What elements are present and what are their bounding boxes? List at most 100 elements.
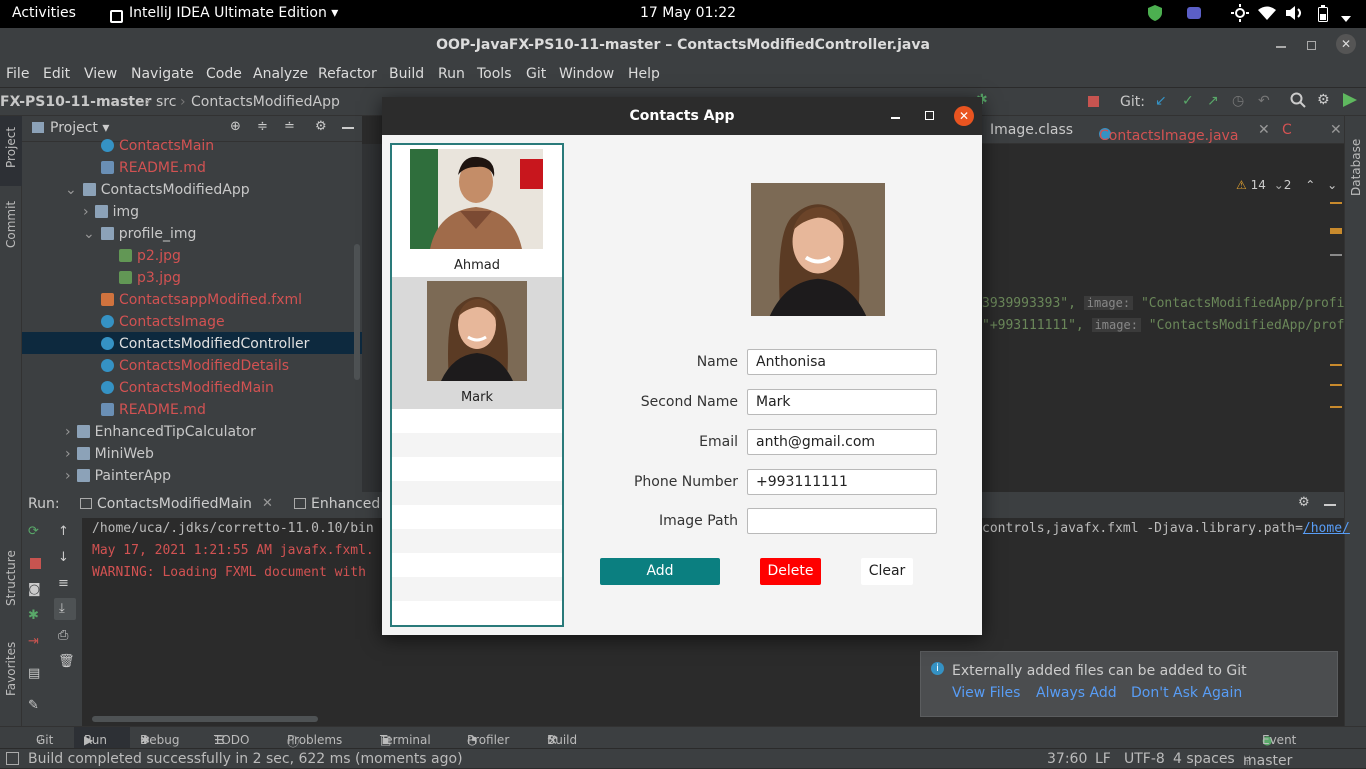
collapse-all-icon[interactable]: ≐ — [284, 119, 295, 134]
close-icon[interactable]: ✕ — [1336, 34, 1356, 54]
chevron-right-icon[interactable]: › — [65, 468, 71, 484]
chevron-down-icon[interactable]: ⌄ — [83, 226, 95, 242]
app-menu[interactable]: IntelliJ IDEA Ultimate Edition ▾ — [110, 5, 338, 23]
tree-item-readme[interactable]: README.md — [101, 157, 206, 179]
run-tab-contacts-modified-main[interactable]: ContactsModifiedMain — [80, 496, 252, 512]
down-arrow-icon[interactable]: ↓ — [58, 550, 69, 565]
git-push-icon[interactable]: ↗ — [1207, 93, 1219, 109]
inspection-widget[interactable]: ⚠ 14 ⌄2 ⌃ ⌄ — [1236, 178, 1337, 192]
volume-icon[interactable] — [1286, 6, 1304, 24]
jetbrains-toolbox-icon[interactable] — [1343, 93, 1357, 111]
shield-icon[interactable] — [1148, 5, 1162, 25]
tab-close-icon[interactable]: ✕ — [1258, 122, 1270, 138]
battery-icon[interactable] — [1318, 5, 1328, 26]
close-icon[interactable]: ✕ — [954, 106, 974, 126]
hide-panel-icon[interactable] — [342, 127, 354, 129]
pin-icon[interactable]: ✎ — [28, 698, 39, 713]
clear-button[interactable]: Clear — [861, 558, 913, 585]
menu-help[interactable]: Help — [628, 66, 660, 82]
error-stripe-mark[interactable] — [1330, 384, 1342, 386]
delete-button[interactable]: Delete — [760, 558, 821, 585]
run-tab-enhanced[interactable]: Enhanced — [294, 496, 380, 512]
search-icon[interactable] — [1290, 92, 1306, 112]
prev-highlight-icon[interactable]: ⌃ — [1305, 178, 1315, 192]
exit-icon[interactable]: ⇥ — [28, 634, 39, 649]
database-tool-label[interactable]: Database — [1349, 139, 1363, 196]
tree-item-p3[interactable]: p3.jpg — [119, 267, 181, 289]
debug-icon[interactable]: ✱ — [28, 608, 39, 623]
clock[interactable]: 17 May 01:22 — [640, 5, 736, 21]
chevron-down-icon[interactable]: ⌄ — [65, 182, 77, 198]
gear-icon[interactable]: ⚙ — [315, 119, 327, 134]
menu-tools[interactable]: Tools — [477, 66, 512, 82]
menu-navigate[interactable]: Navigate — [131, 66, 194, 82]
view-files-link[interactable]: View Files — [952, 685, 1020, 701]
git-update-icon[interactable]: ↙ — [1155, 93, 1167, 109]
status-message[interactable]: Build completed successfully in 2 sec, 6… — [28, 751, 463, 767]
tree-item-contacts-image[interactable]: ContactsImage — [101, 311, 225, 333]
menu-refactor[interactable]: Refactor — [318, 66, 377, 82]
menu-file[interactable]: File — [6, 66, 29, 82]
teams-icon[interactable] — [1186, 5, 1202, 25]
brightness-icon[interactable] — [1231, 4, 1249, 26]
line-separator[interactable]: LF — [1095, 751, 1111, 767]
menu-git[interactable]: Git — [526, 66, 546, 82]
menu-view[interactable]: View — [84, 66, 117, 82]
git-commit-icon[interactable]: ✓ — [1182, 93, 1194, 109]
structure-tool-label[interactable]: Structure — [4, 550, 18, 606]
error-stripe-mark[interactable] — [1330, 364, 1342, 366]
soft-wrap-icon[interactable]: ≡ — [58, 576, 69, 591]
wifi-icon[interactable] — [1258, 6, 1276, 24]
scroll-to-end-toggle[interactable] — [54, 598, 76, 620]
breadcrumb-package[interactable]: ContactsModifiedApp — [191, 94, 340, 110]
tree-item-img[interactable]: › img — [83, 201, 139, 223]
tree-item-enhanced-tip-calculator[interactable]: › EnhancedTipCalculator — [65, 421, 256, 443]
expand-all-icon[interactable]: ≑ — [257, 119, 268, 134]
settings-icon[interactable]: ⚙ — [1317, 92, 1330, 108]
activities-button[interactable]: Activities — [12, 5, 76, 21]
project-tool-label[interactable]: Project — [4, 127, 18, 168]
next-highlight-icon[interactable]: ⌄ — [1327, 178, 1337, 192]
locate-icon[interactable]: ⊕ — [230, 119, 241, 134]
console-path-link[interactable]: /home/ — [1303, 521, 1350, 536]
maximize-icon[interactable] — [1307, 41, 1316, 50]
system-menu-arrow-icon[interactable] — [1341, 10, 1351, 26]
tree-item-fxml[interactable]: ContactsappModified.fxml — [101, 289, 302, 311]
chevron-right-icon[interactable]: › — [65, 424, 71, 440]
stop-icon[interactable] — [1088, 96, 1099, 107]
menu-build[interactable]: Build — [389, 66, 424, 82]
tree-item-contacts-modified-main[interactable]: ContactsModifiedMain — [101, 377, 274, 399]
menu-code[interactable]: Code — [206, 66, 242, 82]
email-field[interactable]: anth@gmail.com — [747, 429, 937, 455]
indent-setting[interactable]: 4 spaces — [1173, 751, 1235, 767]
menu-window[interactable]: Window — [559, 66, 614, 82]
tree-item-p2[interactable]: p2.jpg — [119, 245, 181, 267]
up-arrow-icon[interactable]: ↑ — [58, 524, 69, 539]
name-field[interactable]: Anthonisa — [747, 349, 937, 375]
tree-item-contacts-modified-controller[interactable]: ContactsModifiedController — [101, 333, 309, 355]
breadcrumb-project[interactable]: FX-PS10-11-master — [0, 94, 151, 110]
tab-c[interactable]: C — [1282, 122, 1292, 138]
breadcrumb-src[interactable]: src — [156, 94, 176, 110]
error-stripe-mark[interactable] — [1330, 228, 1342, 234]
hide-panel-icon[interactable] — [1324, 504, 1336, 506]
toggle-tool-windows-icon[interactable] — [6, 752, 19, 765]
tab-image-class[interactable]: Image.class — [990, 122, 1073, 138]
error-stripe-mark[interactable] — [1330, 406, 1342, 408]
error-stripe-mark[interactable] — [1330, 202, 1342, 204]
caret-position[interactable]: 37:60 — [1047, 751, 1087, 767]
minimize-icon[interactable] — [1276, 46, 1286, 48]
project-scrollbar[interactable] — [354, 244, 360, 380]
error-stripe-mark[interactable] — [1330, 254, 1342, 256]
tree-item-contacts-main[interactable]: ContactsMain — [101, 135, 214, 157]
tree-item-readme-2[interactable]: README.md — [101, 399, 206, 421]
minimize-icon[interactable] — [891, 117, 900, 119]
console-scrollbar[interactable] — [92, 716, 318, 722]
tree-item-profile-img[interactable]: ⌄ profile_img — [83, 223, 196, 245]
stop-icon[interactable] — [30, 558, 41, 569]
rerun-icon[interactable]: ⟳ — [28, 524, 39, 539]
camera-icon[interactable]: ◙ — [28, 582, 41, 597]
phone-number-field[interactable]: +993111111 — [747, 469, 937, 495]
dont-ask-again-link[interactable]: Don't Ask Again — [1131, 685, 1242, 701]
tree-item-painter-app[interactable]: › PainterApp — [65, 465, 171, 487]
